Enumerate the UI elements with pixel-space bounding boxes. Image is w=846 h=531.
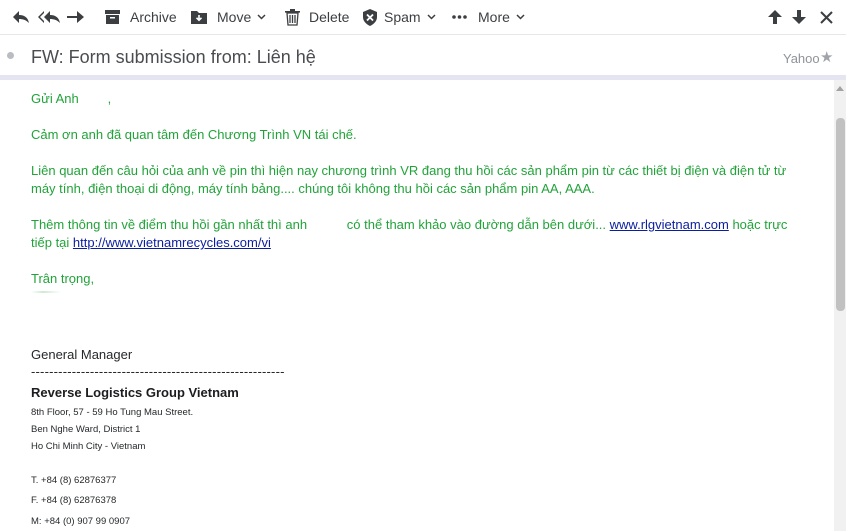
message-subject: FW: Form submission from: Liên hệ <box>31 47 316 67</box>
chevron-down-icon <box>257 14 266 20</box>
trash-icon <box>285 8 300 26</box>
delete-label: Delete <box>309 9 350 25</box>
message-header: FW: Form submission from: Liên hệ Yahoo … <box>0 35 846 75</box>
scroll-up-icon[interactable] <box>836 86 844 91</box>
signature-address-3: Ho Chi Minh City - Vietnam <box>31 441 146 452</box>
signature-address-1: 8th Floor, 57 - 59 Ho Tung Mau Street. <box>31 407 194 418</box>
more-button[interactable]: More <box>452 0 525 34</box>
spam-button[interactable]: Spam <box>362 0 436 34</box>
more-dots-icon <box>452 15 467 19</box>
signature-phone: T. +84 (8) 62876377 <box>31 475 117 486</box>
reply-all-icon <box>37 9 61 25</box>
archive-label: Archive <box>130 9 177 25</box>
thanks-paragraph: Cảm ơn anh đã quan tâm đến Chương Trình … <box>31 127 357 142</box>
forward-button[interactable] <box>65 0 85 34</box>
info-text-start: Thêm thông tin về điểm thu hồi gần nhất … <box>31 217 610 232</box>
read-status-dot[interactable] <box>7 52 14 59</box>
archive-icon <box>104 9 121 25</box>
signature-fax: F. +84 (8) 62876378 <box>31 495 117 506</box>
spam-label: Spam <box>384 9 421 25</box>
star-icon[interactable]: ★ <box>820 48 833 66</box>
signature-address-2: Ben Nghe Ward, District 1 <box>31 424 141 435</box>
rlg-link[interactable]: www.rlgvietnam.com <box>610 217 729 232</box>
signature-mobile: M: +84 (0) 907 99 0907 <box>31 516 131 527</box>
redacted-name <box>31 291 61 293</box>
shield-icon <box>362 8 378 26</box>
chevron-down-icon <box>427 14 436 20</box>
message-body: Gửi Anh , Cảm ơn anh đã quan tâm đến Chư… <box>31 80 831 531</box>
arrow-up-icon <box>767 9 783 25</box>
signature-company: Reverse Logistics Group Vietnam <box>31 385 239 400</box>
signature-title: General Manager <box>31 347 133 362</box>
battery-paragraph: Liên quan đến câu hỏi của anh về pin thì… <box>31 163 787 196</box>
arrow-down-icon <box>791 9 807 25</box>
closing: Trân trọng, <box>31 271 95 286</box>
archive-button[interactable]: Archive <box>104 0 177 34</box>
info-paragraph: Thêm thông tin về điểm thu hồi gần nhất … <box>31 216 801 252</box>
close-button[interactable] <box>820 0 833 34</box>
message-toolbar: Archive Move Delete Spam More <box>0 0 846 34</box>
scrollbar-thumb[interactable] <box>836 118 845 311</box>
provider-label: Yahoo <box>783 51 820 66</box>
forward-icon <box>65 9 85 25</box>
previous-message-button[interactable] <box>767 0 783 34</box>
vietnamrecycles-link[interactable]: http://www.vietnamrecycles.com/vi <box>73 235 271 250</box>
next-message-button[interactable] <box>791 0 807 34</box>
more-label: More <box>478 9 510 25</box>
close-icon <box>820 10 833 24</box>
move-button[interactable]: Move <box>190 0 266 34</box>
move-folder-icon <box>190 9 208 25</box>
delete-button[interactable]: Delete <box>285 0 349 34</box>
reply-all-button[interactable] <box>37 0 61 34</box>
signature-divider: ----------------------------------------… <box>31 364 285 379</box>
reply-icon <box>11 9 31 25</box>
reply-button[interactable] <box>11 0 31 34</box>
move-label: Move <box>217 9 252 25</box>
chevron-down-icon <box>516 14 525 20</box>
greeting: Gửi Anh , <box>31 91 112 106</box>
